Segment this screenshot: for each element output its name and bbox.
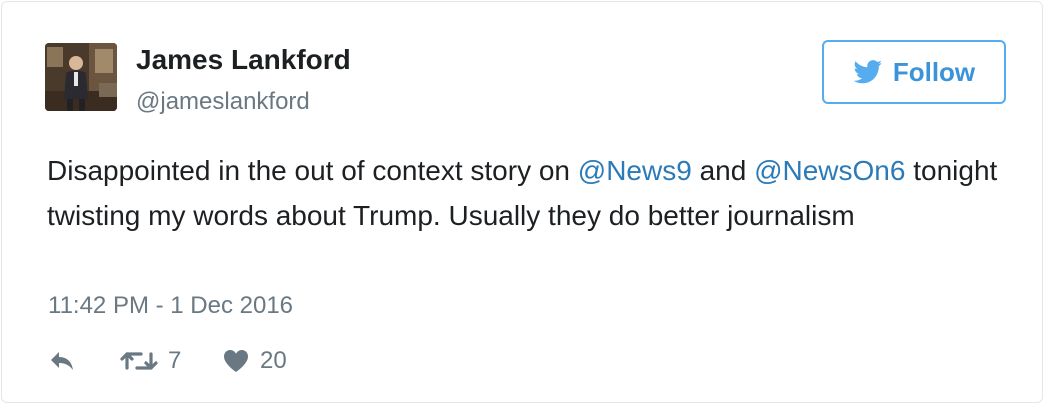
mention-link[interactable]: @NewsOn6: [754, 155, 905, 186]
retweet-count: 7: [168, 347, 182, 374]
tweet-card: James Lankford @jameslankford Follow Dis…: [1, 1, 1043, 403]
tweet-actions: 7 20: [48, 344, 287, 378]
follow-button[interactable]: Follow: [822, 40, 1006, 104]
heart-icon: [224, 350, 248, 372]
follow-label: Follow: [892, 56, 976, 87]
tweet-timestamp[interactable]: 11:42 PM - 1 Dec 2016: [48, 292, 293, 320]
like-count: 20: [260, 347, 287, 374]
author-handle[interactable]: @jameslankford: [136, 88, 310, 116]
avatar[interactable]: [45, 43, 117, 111]
like-button[interactable]: 20: [222, 347, 287, 375]
tweet-text-part: and: [691, 155, 755, 186]
tweet-text: Disappointed in the out of context story…: [47, 148, 1007, 238]
retweet-button[interactable]: 7: [120, 347, 222, 375]
reply-button[interactable]: [48, 349, 120, 373]
author-name[interactable]: James Lankford: [136, 44, 351, 76]
mention-link[interactable]: @News9: [578, 155, 692, 186]
reply-icon: [51, 352, 73, 370]
retweet-icon: [120, 352, 158, 370]
twitter-bird-icon: [853, 60, 882, 84]
tweet-text-part: Disappointed in the out of context story…: [47, 155, 578, 186]
